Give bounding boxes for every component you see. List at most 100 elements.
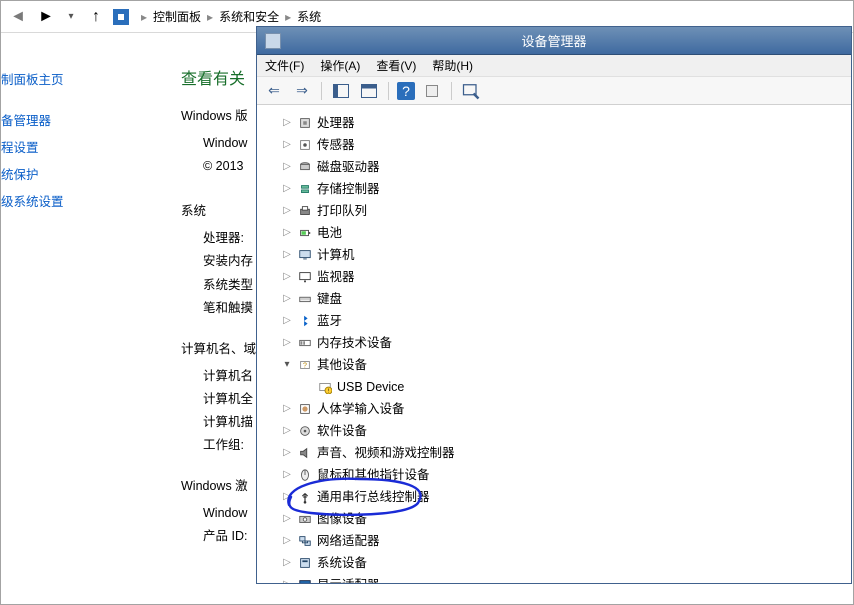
expand-icon[interactable]: ▷ [281, 293, 293, 305]
tree-node-software[interactable]: ▷ 软件设备 [267, 420, 851, 442]
expand-icon[interactable]: ▷ [281, 161, 293, 173]
monitor-icon [297, 269, 313, 285]
tree-node-audio-video[interactable]: ▷声音、视频和游戏控制器 [267, 442, 851, 464]
tree-node-label: 系统设备 [317, 553, 367, 573]
toolbar-separator [388, 82, 389, 100]
expand-icon[interactable]: ▷ [281, 117, 293, 129]
nav-up-icon[interactable]: ↑ [85, 6, 107, 28]
tree-node-mouse[interactable]: ▷鼠标和其他指针设备 [267, 464, 851, 486]
nav-forward-icon[interactable]: ► [35, 6, 57, 28]
tree-node-imaging[interactable]: ▷ 图像设备 [267, 508, 851, 530]
tree-node-disk[interactable]: ▷磁盘驱动器 [267, 156, 851, 178]
svg-text:?: ? [303, 363, 307, 370]
tb-panel2-icon[interactable] [358, 80, 380, 102]
tree-node-label: 通用串行总线控制器 [317, 487, 430, 507]
expand-icon[interactable]: ▷ [281, 183, 293, 195]
sidebar-home[interactable]: 制面板主页 [1, 65, 166, 92]
tree-node-child[interactable]: !USB Device [301, 376, 851, 398]
breadcrumb-sep: ▸ [205, 10, 215, 24]
tree-node-system[interactable]: ▷ 系统设备 [267, 552, 851, 574]
expand-icon[interactable]: ▷ [281, 403, 293, 415]
cpu-icon [297, 115, 313, 131]
tree-node-display[interactable]: ▷显示适配器 [267, 574, 851, 583]
breadcrumb[interactable]: ▸ 控制面板 ▸ 系统和安全 ▸ 系统 [139, 8, 321, 25]
breadcrumb-2[interactable]: 系统和安全 [219, 8, 279, 25]
tree-node-label: 传感器 [317, 135, 355, 155]
breadcrumb-3[interactable]: 系统 [297, 8, 321, 25]
network-icon [297, 533, 313, 549]
tree-node-label: 图像设备 [317, 509, 367, 529]
expand-icon[interactable]: ▷ [281, 425, 293, 437]
menu-action[interactable]: 操作(A) [320, 57, 360, 74]
expand-icon[interactable]: ▷ [281, 315, 293, 327]
tree-node-label: 电池 [317, 223, 342, 243]
expand-icon[interactable]: ▷ [281, 249, 293, 261]
expand-icon[interactable]: ▷ [281, 337, 293, 349]
menubar: 文件(F) 操作(A) 查看(V) 帮助(H) [257, 55, 851, 77]
expand-icon[interactable]: ▷ [281, 139, 293, 151]
tree-node-memtech[interactable]: ▷内存技术设备 [267, 332, 851, 354]
tb-help-icon[interactable]: ? [397, 82, 415, 100]
tb-back-icon[interactable]: ⇐ [263, 80, 285, 102]
sidebar-link-protection[interactable]: 统保护 [1, 160, 166, 187]
tree-node-keyboard[interactable]: ▷键盘 [267, 288, 851, 310]
device-manager-title: 设备管理器 [521, 31, 586, 50]
tree-node-computer[interactable]: ▷计算机 [267, 244, 851, 266]
menu-help[interactable]: 帮助(H) [432, 57, 473, 74]
device-tree[interactable]: ▷处理器▷传感器▷磁盘驱动器▷存储控制器▷打印队列▷电池▷计算机▷监视器▷键盘▷… [257, 106, 851, 583]
expand-icon[interactable]: ▷ [281, 535, 293, 547]
tree-node-monitor[interactable]: ▷监视器 [267, 266, 851, 288]
collapse-icon[interactable]: ▾ [281, 359, 293, 371]
other-icon: ? [297, 357, 313, 373]
sidebar-link-remote[interactable]: 程设置 [1, 133, 166, 160]
tree-node-usb[interactable]: ▷ 通用串行总线控制器 [267, 486, 851, 508]
expand-icon[interactable]: ▷ [281, 557, 293, 569]
audio-video-icon [297, 445, 313, 461]
tree-node-sensor[interactable]: ▷ 传感器 [267, 134, 851, 156]
expand-icon[interactable]: ▷ [281, 205, 293, 217]
expand-icon[interactable]: ▷ [281, 513, 293, 525]
usb-icon [297, 489, 313, 505]
display-icon [297, 577, 313, 583]
tree-node-bluetooth[interactable]: ▷蓝牙 [267, 310, 851, 332]
expand-icon[interactable]: ▷ [281, 491, 293, 503]
toolbar-separator [451, 82, 452, 100]
tree-node-battery[interactable]: ▷ 电池 [267, 222, 851, 244]
disk-icon [297, 159, 313, 175]
tree-node-other[interactable]: ▾? 其他设备 [267, 354, 851, 376]
menu-view[interactable]: 查看(V) [376, 57, 416, 74]
storage-ctrl-icon [297, 181, 313, 197]
computer-icon [297, 247, 313, 263]
nav-history-chevron-icon[interactable]: ▾ [63, 9, 79, 25]
tree-node-printer[interactable]: ▷ 打印队列 [267, 200, 851, 222]
tree-node-label: 打印队列 [317, 201, 367, 221]
device-manager-window: 设备管理器 文件(F) 操作(A) 查看(V) 帮助(H) ⇐ ⇒ ? ▷处理器… [256, 26, 852, 584]
tb-scan-icon[interactable] [460, 80, 482, 102]
expand-icon[interactable]: ▷ [281, 469, 293, 481]
breadcrumb-root[interactable]: 控制面板 [153, 8, 201, 25]
expand-icon[interactable]: ▷ [281, 579, 293, 583]
tb-forward-icon[interactable]: ⇒ [291, 80, 313, 102]
nav-back-icon[interactable]: ◄ [7, 6, 29, 28]
tree-node-network[interactable]: ▷网络适配器 [267, 530, 851, 552]
device-manager-title-icon [265, 33, 281, 49]
tb-properties-icon[interactable] [421, 80, 443, 102]
tb-panel-icon[interactable] [330, 80, 352, 102]
expand-icon[interactable]: ▷ [281, 271, 293, 283]
sidebar-link-advanced[interactable]: 级系统设置 [1, 187, 166, 214]
device-manager-titlebar[interactable]: 设备管理器 [257, 27, 851, 55]
tree-node-label: 人体学输入设备 [317, 399, 405, 419]
system-icon [113, 9, 129, 25]
expand-icon[interactable]: ▷ [281, 227, 293, 239]
expand-icon[interactable]: ▷ [281, 447, 293, 459]
tree-node-cpu[interactable]: ▷处理器 [267, 112, 851, 134]
tree-node-hid[interactable]: ▷ 人体学输入设备 [267, 398, 851, 420]
sidebar-link-device-manager[interactable]: 备管理器 [1, 106, 166, 133]
software-icon [297, 423, 313, 439]
sensor-icon [297, 137, 313, 153]
menu-file[interactable]: 文件(F) [265, 57, 304, 74]
warn-icon: ! [317, 379, 333, 395]
tree-node-label: 软件设备 [317, 421, 367, 441]
tree-node-storage-ctrl[interactable]: ▷存储控制器 [267, 178, 851, 200]
tree-node-label: 其他设备 [317, 355, 367, 375]
